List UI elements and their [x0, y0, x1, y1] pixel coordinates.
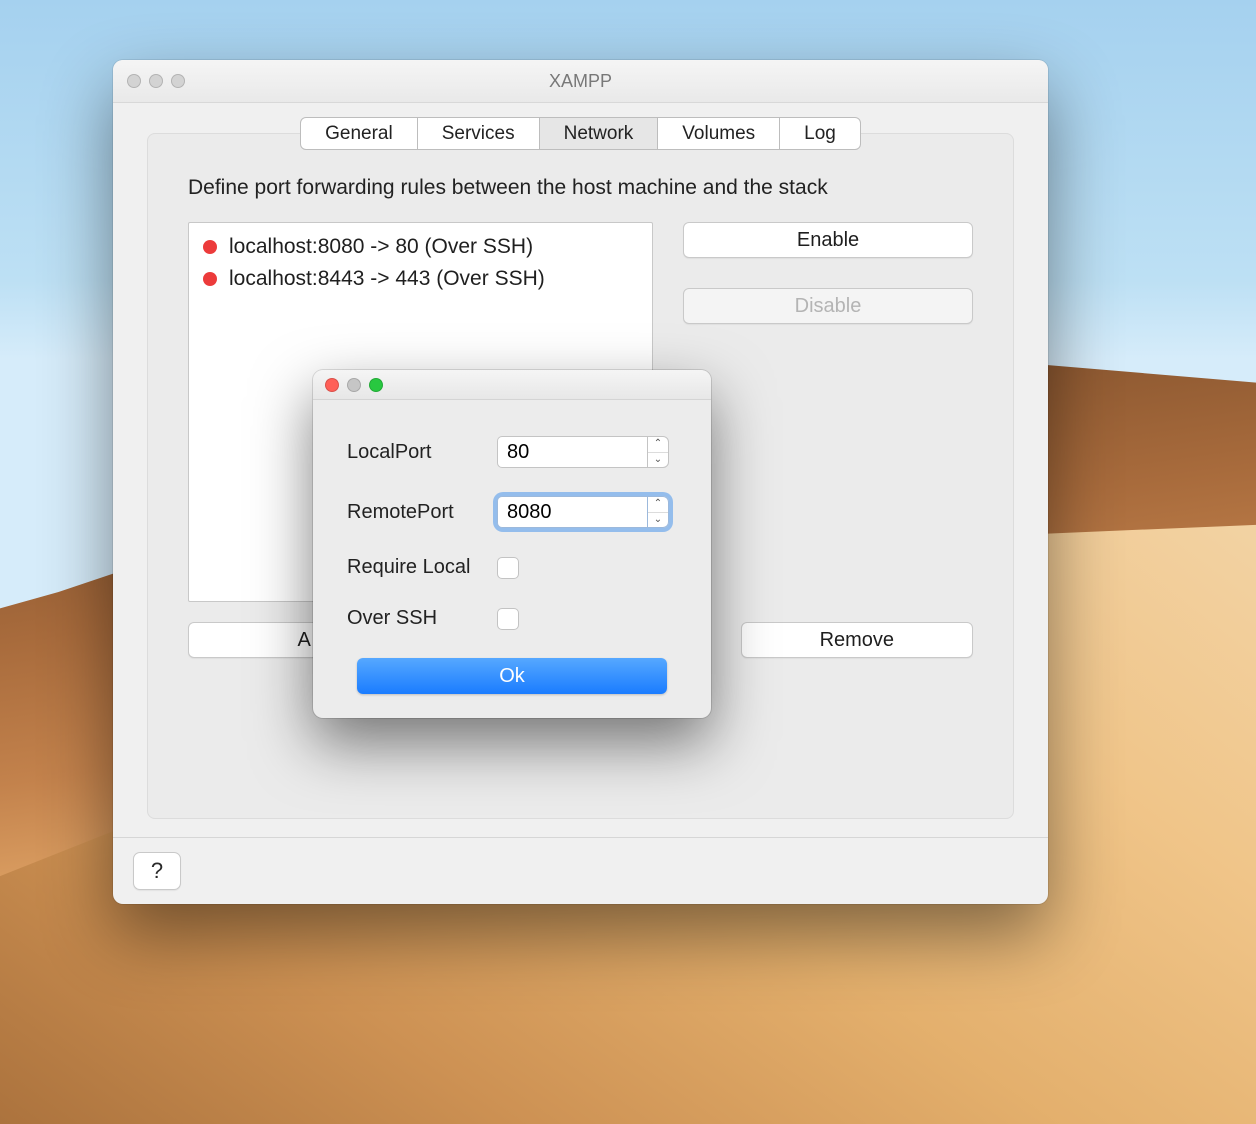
tab-network[interactable]: Network [539, 117, 659, 150]
status-dot-icon [203, 272, 217, 286]
traffic-lights [113, 74, 185, 88]
rule-text: localhost:8080 -> 80 (Over SSH) [229, 235, 533, 259]
remoteport-stepper[interactable]: ⌃ ⌄ [497, 496, 669, 528]
dialog-titlebar [313, 370, 711, 400]
localport-label: LocalPort [347, 441, 497, 464]
minimize-icon [347, 378, 361, 392]
enable-button[interactable]: Enable [683, 222, 973, 258]
list-item[interactable]: localhost:8080 -> 80 (Over SSH) [199, 231, 642, 263]
localport-input[interactable] [497, 436, 647, 468]
close-icon[interactable] [325, 378, 339, 392]
zoom-icon[interactable] [171, 74, 185, 88]
button-label: Ok [499, 665, 525, 688]
ok-button[interactable]: Ok [357, 658, 667, 694]
stepper-buttons[interactable]: ⌃ ⌄ [647, 436, 669, 468]
stepper-buttons[interactable]: ⌃ ⌄ [647, 496, 669, 528]
tab-label: Volumes [682, 123, 755, 145]
button-label: Remove [820, 629, 894, 652]
tab-log[interactable]: Log [779, 117, 861, 150]
tab-label: Services [442, 123, 515, 145]
tab-label: Network [564, 123, 634, 145]
help-icon: ? [151, 858, 163, 884]
edit-rule-dialog: LocalPort ⌃ ⌄ RemotePort ⌃ ⌄ Require Loc… [313, 370, 711, 718]
button-label: Disable [795, 295, 862, 318]
overssh-checkbox[interactable] [497, 608, 519, 630]
rule-text: localhost:8443 -> 443 (Over SSH) [229, 267, 545, 291]
panel-description: Define port forwarding rules between the… [188, 176, 973, 200]
requirelocal-checkbox[interactable] [497, 557, 519, 579]
minimize-icon[interactable] [149, 74, 163, 88]
localport-stepper[interactable]: ⌃ ⌄ [497, 436, 669, 468]
tab-volumes[interactable]: Volumes [657, 117, 780, 150]
titlebar: XAMPP [113, 60, 1048, 103]
tab-services[interactable]: Services [417, 117, 540, 150]
help-button[interactable]: ? [133, 852, 181, 890]
disable-button: Disable [683, 288, 973, 324]
chevron-down-icon[interactable]: ⌄ [648, 513, 668, 528]
button-label: A [297, 629, 310, 652]
window-title: XAMPP [113, 71, 1048, 92]
requirelocal-label: Require Local [347, 556, 497, 579]
footer: ? [113, 838, 1048, 904]
status-dot-icon [203, 240, 217, 254]
tab-bar: General Services Network Volumes Log [147, 117, 1014, 150]
dialog-traffic-lights [313, 378, 383, 392]
remove-button[interactable]: Remove [741, 622, 973, 658]
close-icon[interactable] [127, 74, 141, 88]
chevron-up-icon[interactable]: ⌃ [648, 437, 668, 453]
list-item[interactable]: localhost:8443 -> 443 (Over SSH) [199, 263, 642, 295]
button-label: Enable [797, 229, 859, 252]
tab-general[interactable]: General [300, 117, 418, 150]
tab-label: Log [804, 123, 836, 145]
chevron-up-icon[interactable]: ⌃ [648, 497, 668, 513]
remoteport-label: RemotePort [347, 501, 497, 524]
remoteport-input[interactable] [497, 496, 647, 528]
chevron-down-icon[interactable]: ⌄ [648, 453, 668, 468]
zoom-icon[interactable] [369, 378, 383, 392]
dialog-form: LocalPort ⌃ ⌄ RemotePort ⌃ ⌄ Require Loc… [313, 400, 711, 718]
tab-label: General [325, 123, 393, 145]
overssh-label: Over SSH [347, 607, 497, 630]
